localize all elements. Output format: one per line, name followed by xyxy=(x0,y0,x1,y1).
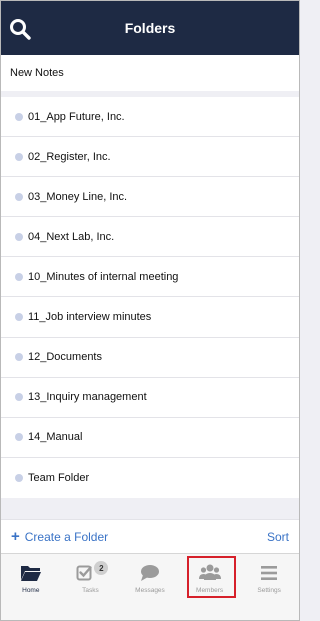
folder-dot-icon xyxy=(15,313,23,322)
folder-dot-icon xyxy=(15,232,23,241)
tab-bar: Home 2 Tasks Messages Members Settings xyxy=(1,553,299,620)
create-folder-button[interactable]: + Create a Folder xyxy=(11,529,108,544)
folder-name: 14_Manual xyxy=(28,431,83,444)
folder-dot-icon xyxy=(15,272,23,281)
folder-name: 12_Documents xyxy=(28,351,102,364)
folder-name: 13_Inquiry management xyxy=(28,391,147,404)
chat-bubble-icon xyxy=(140,565,159,581)
page-title: Folders xyxy=(124,20,176,36)
folder-name: 01_App Future, Inc. xyxy=(28,110,125,123)
folder-dot-icon xyxy=(15,152,23,161)
folder-dot-icon xyxy=(15,393,23,402)
folder-name: 03_Money Line, Inc. xyxy=(28,190,128,203)
tasks-icon-wrap: 2 xyxy=(76,561,109,583)
folder-item[interactable]: 13_Inquiry management xyxy=(1,378,299,418)
tab-messages[interactable]: Messages xyxy=(120,554,180,620)
folder-action-bar: + Create a Folder Sort xyxy=(1,519,299,553)
folder-dot-icon xyxy=(15,192,23,201)
folder-open-icon xyxy=(20,566,41,581)
folder-item[interactable]: 03_Money Line, Inc. xyxy=(1,177,299,218)
create-folder-label: Create a Folder xyxy=(24,529,109,544)
folder-item[interactable]: Team Folder xyxy=(1,458,299,498)
folder-name: 04_Next Lab, Inc. xyxy=(28,230,115,243)
tab-tasks[interactable]: 2 Tasks xyxy=(61,554,121,620)
folder-name: 11_Job interview minutes xyxy=(28,311,152,324)
folder-item[interactable]: 11_Job interview minutes xyxy=(1,297,299,338)
folder-dot-icon xyxy=(15,353,23,362)
tab-settings[interactable]: Settings xyxy=(239,554,299,620)
folder-item[interactable]: 14_Manual xyxy=(1,418,299,458)
folder-item[interactable]: 10_Minutes of internal meeting xyxy=(1,257,299,298)
tab-tasks-label: Tasks xyxy=(82,587,99,594)
folder-item[interactable]: 04_Next Lab, Inc. xyxy=(1,217,299,258)
folder-name: 02_Register, Inc. xyxy=(28,150,111,163)
menu-icon xyxy=(261,566,278,580)
plus-icon: + xyxy=(11,528,20,545)
tab-settings-label: Settings xyxy=(257,587,281,594)
app-frame: Folders New Notes 01_App Future, Inc. 02… xyxy=(0,0,300,621)
folder-item[interactable]: 12_Documents xyxy=(1,338,299,378)
folder-list: 01_App Future, Inc. 02_Register, Inc. 03… xyxy=(1,97,299,498)
search-icon[interactable] xyxy=(9,18,31,40)
tab-home-label: Home xyxy=(22,587,40,594)
folder-item[interactable]: 02_Register, Inc. xyxy=(1,137,299,178)
tab-home[interactable]: Home xyxy=(1,554,61,620)
members-highlight-box xyxy=(187,556,236,598)
tab-messages-label: Messages xyxy=(135,587,165,594)
folder-dot-icon xyxy=(15,433,23,442)
new-notes-label: New Notes xyxy=(10,67,64,79)
folder-dot-icon xyxy=(15,112,23,121)
sort-button[interactable]: Sort xyxy=(267,530,289,544)
folder-name: Team Folder xyxy=(28,471,90,484)
folder-name: 10_Minutes of internal meeting xyxy=(28,270,179,283)
tasks-count-badge: 2 xyxy=(94,561,109,575)
new-notes-item[interactable]: New Notes xyxy=(1,55,299,91)
folder-dot-icon xyxy=(15,473,23,482)
folder-item[interactable]: 01_App Future, Inc. xyxy=(1,97,299,138)
navigation-bar: Folders xyxy=(1,1,299,55)
checkbox-icon xyxy=(76,565,93,581)
